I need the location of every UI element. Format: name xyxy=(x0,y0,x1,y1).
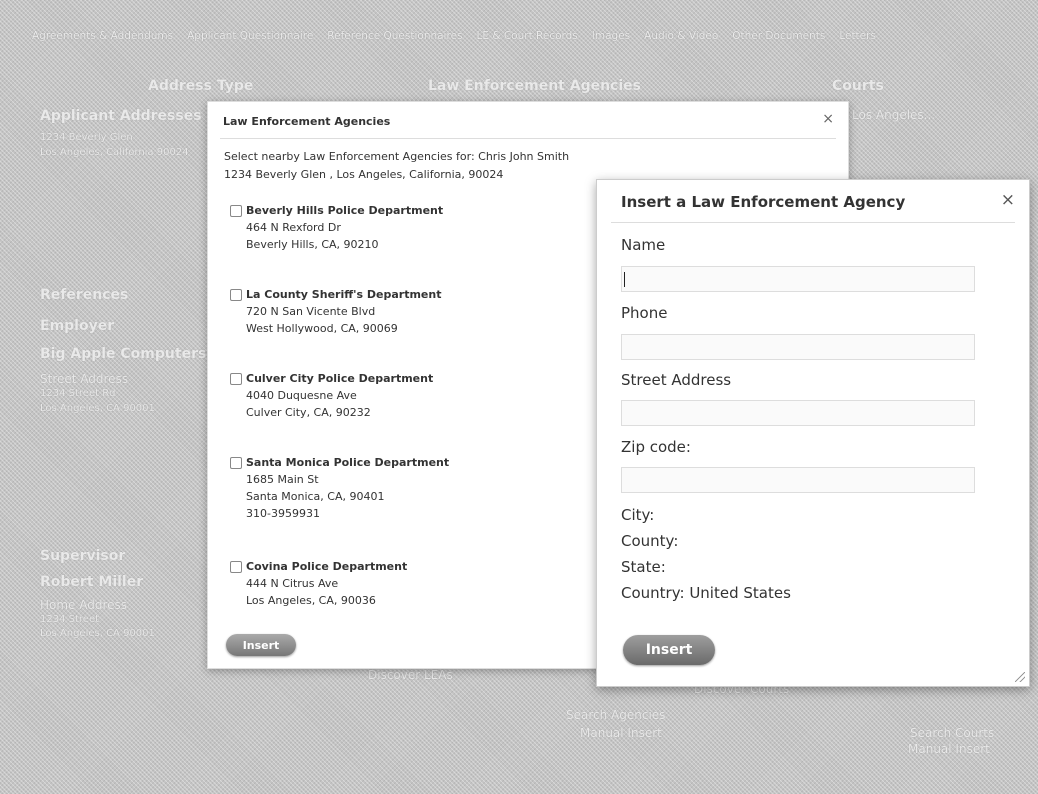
agency-city: Beverly Hills, CA, 90210 xyxy=(246,238,379,251)
agency-item: Culver City Police Department 4040 Duque… xyxy=(230,370,433,421)
nav-item[interactable]: LE & Court Records xyxy=(477,30,578,42)
zip-code-label: Zip code: xyxy=(621,438,691,456)
section-label: References xyxy=(40,287,129,303)
discover-leas-link[interactable]: Discover LEAs xyxy=(368,668,453,682)
agency-name: Culver City Police Department xyxy=(246,372,434,385)
street-address-label: Street Address xyxy=(621,371,732,389)
dialog-intro: Select nearby Law Enforcement Agencies f… xyxy=(224,148,569,184)
phone-label: Phone xyxy=(621,304,668,322)
agency-address: 444 N Citrus Ave xyxy=(246,577,339,590)
agency-name: Covina Police Department xyxy=(246,560,408,573)
agency-city: Santa Monica, CA, 90401 xyxy=(246,490,385,503)
dialog-title: Insert a Law Enforcement Agency xyxy=(621,193,906,211)
city-label: City: xyxy=(621,506,655,524)
agency-name: La County Sheriff's Department xyxy=(246,288,442,301)
address-line: 1234 Street Rd xyxy=(40,388,116,399)
agency-address: 1685 Main St xyxy=(246,473,319,486)
nav-item[interactable]: Other Documents xyxy=(732,30,825,42)
agency-item: Santa Monica Police Department 1685 Main… xyxy=(230,454,449,522)
agency-name: Beverly Hills Police Department xyxy=(246,204,444,217)
search-courts-link[interactable]: Search Courts xyxy=(910,726,994,740)
nav-item[interactable]: Audio & Video xyxy=(644,30,718,42)
name-field[interactable] xyxy=(621,266,975,292)
search-agencies-link[interactable]: Search Agencies xyxy=(566,708,665,722)
close-icon[interactable]: × xyxy=(1001,190,1015,210)
county-label: County: xyxy=(621,532,679,550)
agency-address: 4040 Duquesne Ave xyxy=(246,389,357,402)
state-label: State: xyxy=(621,558,666,576)
agency-city: Los Angeles, CA, 90036 xyxy=(246,594,376,607)
address-label: Street Address xyxy=(40,372,129,386)
agency-city: Culver City, CA, 90232 xyxy=(246,406,371,419)
address-line: Los Angeles, CA 90001 xyxy=(40,403,155,414)
address-line: Los Angeles, California 90024 xyxy=(40,147,189,158)
manual-insert-courts-link[interactable]: Manual Insert xyxy=(908,742,990,756)
insert-button[interactable]: Insert xyxy=(623,635,715,665)
column-header: Courts xyxy=(832,78,884,94)
agency-item: Covina Police Department 444 N Citrus Av… xyxy=(230,558,407,609)
address-label: Home Address xyxy=(40,598,128,612)
address-line: 1234 Street xyxy=(40,614,100,625)
address-line: 1234 Beverly Glen xyxy=(40,132,133,143)
dialog-title: Law Enforcement Agencies xyxy=(223,115,391,128)
intro-line: 1234 Beverly Glen , Los Angeles, Califor… xyxy=(224,168,504,181)
nav-item[interactable]: Agreements & Addendums xyxy=(32,30,173,42)
section-label: Supervisor xyxy=(40,548,126,564)
nav-item[interactable]: Applicant Questionnaire xyxy=(187,30,313,42)
employer-name: Big Apple Computers xyxy=(40,346,207,362)
phone-field[interactable] xyxy=(621,334,975,360)
agency-item: Beverly Hills Police Department 464 N Re… xyxy=(230,202,443,253)
insert-agency-dialog: Insert a Law Enforcement Agency × Name P… xyxy=(596,179,1030,687)
section-label: Employer xyxy=(40,318,115,334)
intro-line: Select nearby Law Enforcement Agencies f… xyxy=(224,150,570,163)
close-icon[interactable]: × xyxy=(822,111,834,127)
nav-item[interactable]: Reference Questionnaires xyxy=(327,30,462,42)
agency-checkbox[interactable] xyxy=(230,372,242,385)
agency-address: 464 N Rexford Dr xyxy=(246,221,341,234)
address-line: Los Angeles, CA 90001 xyxy=(40,628,155,639)
divider xyxy=(220,138,836,139)
insert-button[interactable]: Insert xyxy=(226,634,296,656)
agency-name: Santa Monica Police Department xyxy=(246,456,450,469)
agency-city: West Hollywood, CA, 90069 xyxy=(246,322,398,335)
agency-checkbox[interactable] xyxy=(230,204,242,217)
supervisor-name: Robert Miller xyxy=(40,574,144,590)
agency-address: 720 N San Vicente Blvd xyxy=(246,305,376,318)
nav-item[interactable]: Letters xyxy=(839,30,876,42)
top-nav: Agreements & Addendums Applicant Questio… xyxy=(32,30,876,42)
column-header: Law Enforcement Agencies xyxy=(428,78,641,94)
street-address-field[interactable] xyxy=(621,400,975,426)
agency-item: La County Sheriff's Department 720 N San… xyxy=(230,286,441,337)
column-header: Address Type xyxy=(148,78,254,94)
resize-handle-icon[interactable] xyxy=(1015,672,1025,682)
country-label: Country: United States xyxy=(621,584,791,602)
manual-insert-link[interactable]: Manual Insert xyxy=(580,726,662,740)
section-label: Applicant Addresses xyxy=(40,108,202,124)
agency-checkbox[interactable] xyxy=(230,560,242,573)
nav-item[interactable]: Images xyxy=(592,30,630,42)
zip-code-field[interactable] xyxy=(621,467,975,493)
name-label: Name xyxy=(621,236,666,254)
agency-checkbox[interactable] xyxy=(230,288,242,301)
agency-phone: 310-3959931 xyxy=(246,507,320,520)
court-link[interactable]: Los Angeles... xyxy=(852,108,935,122)
divider xyxy=(611,222,1015,223)
agency-checkbox[interactable] xyxy=(230,456,242,469)
